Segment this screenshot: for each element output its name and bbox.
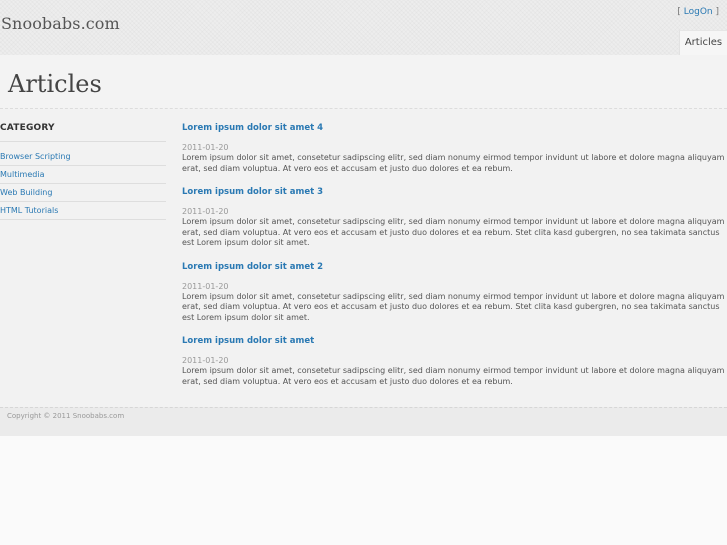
article-title-link[interactable]: Lorem ipsum dolor sit amet 4 (182, 123, 727, 133)
article-item: Lorem ipsum dolor sit amet 2011-01-20 Lo… (182, 336, 727, 387)
site-header: Snoobabs.com [ LogOn ] Articles (0, 0, 727, 55)
article-summary: Lorem ipsum dolor sit amet, consetetur s… (182, 366, 725, 386)
page-title-band: Articles (0, 55, 727, 109)
site-footer: Copyright © 2011 Snoobabs.com (0, 407, 727, 436)
article-title-link[interactable]: Lorem ipsum dolor sit amet (182, 336, 727, 346)
article-summary: Lorem ipsum dolor sit amet, consetetur s… (182, 291, 725, 322)
category-heading: CATEGORY (0, 123, 166, 142)
article-item: Lorem ipsum dolor sit amet 4 2011-01-20 … (182, 123, 727, 174)
article-item: Lorem ipsum dolor sit amet 2 2011-01-20 … (182, 262, 727, 324)
article-summary: Lorem ipsum dolor sit amet, consetetur s… (182, 153, 725, 173)
article-date: 2011-01-20 (182, 143, 229, 152)
article-date: 2011-01-20 (182, 281, 229, 291)
category-link-html-tutorials[interactable]: HTML Tutorials (0, 202, 166, 220)
nav-tab-articles[interactable]: Articles (679, 30, 727, 55)
article-title-link[interactable]: Lorem ipsum dolor sit amet 2 (182, 262, 727, 272)
article-date: 2011-01-20 (182, 356, 229, 365)
article-list: Lorem ipsum dolor sit amet 4 2011-01-20 … (182, 123, 727, 400)
logon-area: [ LogOn ] (677, 7, 719, 17)
category-link-multimedia[interactable]: Multimedia (0, 166, 166, 184)
copyright-text: Copyright © 2011 Snoobabs.com (7, 412, 125, 420)
category-sidebar: CATEGORY Browser Scripting Multimedia We… (0, 123, 166, 220)
logon-link[interactable]: LogOn (684, 7, 713, 17)
category-list: Browser Scripting Multimedia Web Buildin… (0, 148, 166, 220)
article-date: 2011-01-20 (182, 207, 229, 216)
page-title: Articles (8, 70, 102, 98)
article-item: Lorem ipsum dolor sit amet 3 2011-01-20 … (182, 187, 727, 249)
category-link-web-building[interactable]: Web Building (0, 184, 166, 202)
main-content: CATEGORY Browser Scripting Multimedia We… (0, 109, 727, 407)
article-summary: Lorem ipsum dolor sit amet, consetetur s… (182, 217, 725, 247)
page-background (0, 436, 727, 545)
site-title[interactable]: Snoobabs.com (1, 14, 120, 33)
article-title-link[interactable]: Lorem ipsum dolor sit amet 3 (182, 187, 727, 197)
category-link-browser-scripting[interactable]: Browser Scripting (0, 148, 166, 166)
logon-bracket-close: ] (712, 7, 719, 17)
